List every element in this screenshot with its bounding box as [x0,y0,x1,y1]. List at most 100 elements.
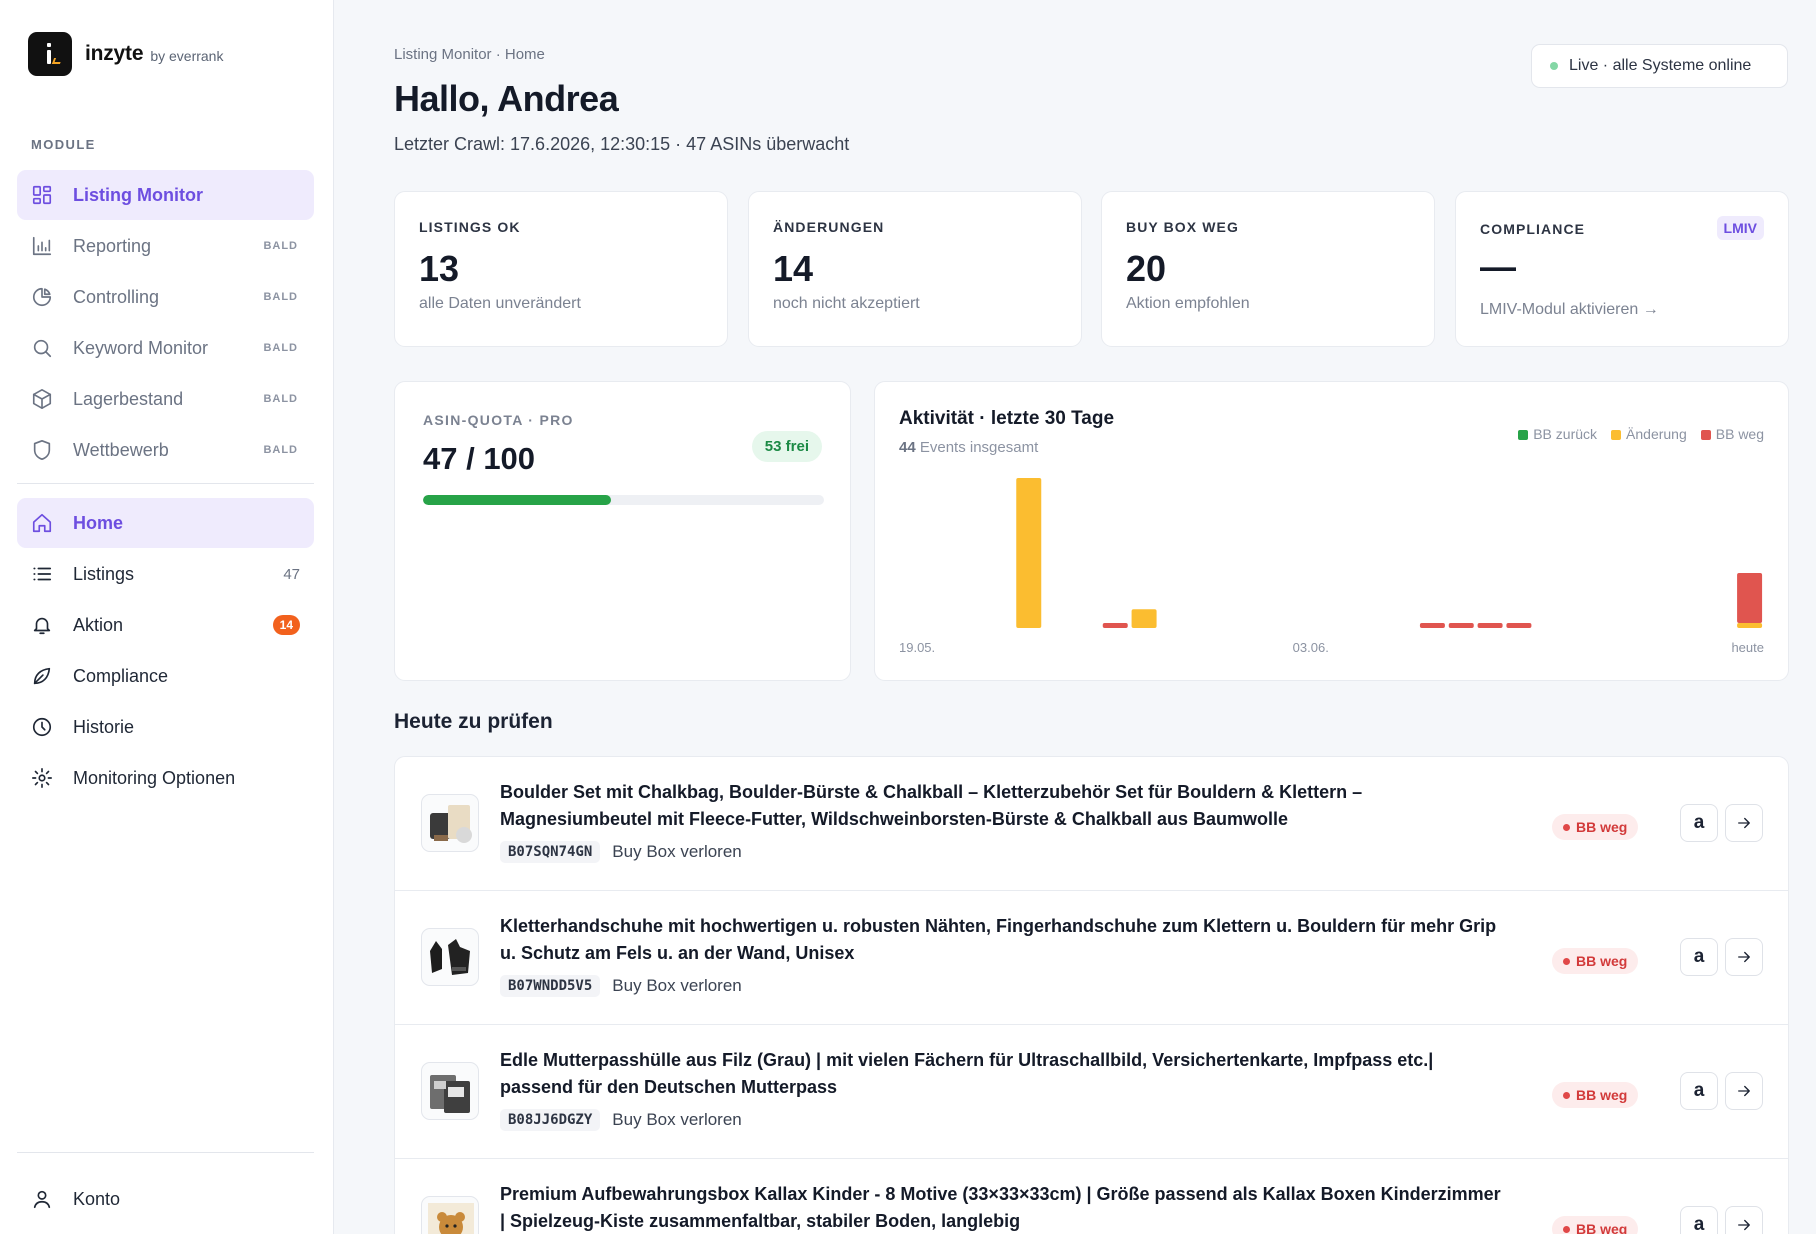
stat-card-aenderungen[interactable]: ÄNDERUNGEN 14 noch nicht akzeptiert [748,191,1082,347]
sidebar-item-lagerbestand[interactable]: Lagerbestand BALD [17,374,314,424]
coming-soon-tag: BALD [263,342,298,354]
user-icon [31,1188,53,1210]
activity-chart-card: 19.05. 03.06. heute Aktivität · letzte 30 … [874,381,1789,681]
amazon-link-button[interactable]: a [1680,938,1718,976]
status-badge-label: BB weg [1576,819,1628,835]
product-thumbnail [421,928,479,986]
asin-code: B07SQN74GN [500,841,601,863]
stat-sub: Aktion empfohlen [1126,295,1250,312]
aktion-badge: 14 [272,615,300,635]
legend-item-aenderung: Änderung [1611,426,1687,442]
sidebar-item-label: Listing Monitor [73,184,203,205]
row-reason: Buy Box verloren [612,976,742,995]
box-icon [31,388,53,410]
arrow-right-icon [1738,1085,1750,1097]
chart-bar [1131,609,1157,628]
legend-swatch [1611,430,1622,440]
stat-label: COMPLIANCE [1480,221,1586,237]
coming-soon-tag: BALD [263,444,298,456]
list-item[interactable]: Kletterhandschuhe mit hochwertigen u. ro… [395,891,1788,1025]
amazon-link-button[interactable]: a [1680,1072,1718,1110]
status-dot-icon [1563,958,1570,965]
chart-bar [1506,623,1532,628]
status-badge: BB weg [1552,1216,1639,1234]
sidebar-item-historie[interactable]: Historie [17,702,314,752]
chart-legend: BB zurück Änderung BB weg [1518,426,1764,442]
sidebar-item-home[interactable]: Home [17,498,314,548]
bar-chart-icon [31,235,53,257]
events-count-suffix: Events insgesamt [919,439,1039,456]
sidebar-item-label: Controlling [73,286,160,307]
sidebar-divider [17,1152,314,1153]
breadcrumb: Listing Monitor · Home [394,46,545,63]
status-dot-icon [1550,62,1558,70]
sidebar-item-keyword-monitor[interactable]: Keyword Monitor BALD [17,323,314,373]
sidebar-item-compliance[interactable]: Compliance [17,651,314,701]
sidebar-item-label: Lagerbestand [73,388,184,409]
brand[interactable]: inzyte by everrank [28,32,223,76]
sidebar-item-wettbewerb[interactable]: Wettbewerb BALD [17,425,314,475]
coming-soon-tag: BALD [263,240,298,252]
product-title[interactable]: Kletterhandschuhe mit hochwertigen u. ro… [500,913,1510,967]
asin-code: B08JJ6DGZY [500,1109,601,1131]
coming-soon-tag: BALD [263,393,298,405]
module-section-title: MODULE [31,137,96,152]
product-thumbnail [421,1062,479,1120]
sidebar-item-label: Wettbewerb [73,439,169,460]
product-title[interactable]: Edle Mutterpasshülle aus Filz (Grau) | m… [500,1047,1510,1101]
stat-card-buy-box-weg[interactable]: BUY BOX WEG 20 Aktion empfohlen [1101,191,1435,347]
open-detail-button[interactable] [1725,1072,1763,1110]
legend-swatch [1700,430,1711,440]
brand-name: inzyte [85,42,144,65]
legend-item-bb-zurueck: BB zurück [1518,426,1597,442]
sidebar-item-konto[interactable]: Konto [17,1174,314,1224]
product-title[interactable]: Boulder Set mit Chalkbag, Boulder-Bürste… [500,779,1510,833]
product-thumbnail [421,1196,479,1234]
legend-label: Änderung [1626,426,1687,442]
row-meta: B07SQN74GN Buy Box verloren [500,841,742,863]
quota-progress [423,495,824,505]
list-item[interactable]: Boulder Set mit Chalkbag, Boulder-Bürste… [395,757,1788,891]
status-dot-icon [1563,824,1570,831]
open-detail-button[interactable] [1725,938,1763,976]
amazon-link-button[interactable]: a [1680,804,1718,842]
stat-card-listings-ok[interactable]: LISTINGS OK 13 alle Daten unverändert [394,191,728,347]
chart-bar [1419,623,1445,628]
status-badge: BB weg [1552,1082,1639,1108]
listings-count: 47 [283,565,300,583]
list-item[interactable]: Edle Mutterpasshülle aus Filz (Grau) | m… [395,1025,1788,1159]
sidebar-divider [17,483,314,484]
sidebar-item-listing-monitor[interactable]: Listing Monitor [17,170,314,220]
x-tick-label: 19.05. [899,640,935,655]
status-badge: BB weg [1552,948,1639,974]
x-tick-label: 03.06. [1293,640,1329,655]
open-detail-button[interactable] [1725,804,1763,842]
amazon-link-button[interactable]: a [1680,1206,1718,1234]
stat-label: BUY BOX WEG [1126,219,1239,235]
sidebar-item-reporting[interactable]: Reporting BALD [17,221,314,271]
clock-icon [31,716,53,738]
pie-chart-icon [31,286,53,308]
status-dot-icon [1563,1226,1570,1233]
arrow-right-icon [1738,951,1750,963]
list-icon [31,563,53,585]
list-item[interactable]: Premium Aufbewahrungsbox Kallax Kinder -… [395,1159,1788,1234]
stat-card-compliance[interactable]: COMPLIANCE LMIV — LMIV-Modul aktivieren … [1455,191,1789,347]
sidebar-item-controlling[interactable]: Controlling BALD [17,272,314,322]
status-badge-label: BB weg [1576,953,1628,969]
chart-bar [1737,623,1763,628]
sidebar-item-label: Compliance [73,665,169,686]
open-detail-button[interactable] [1725,1206,1763,1234]
sidebar-item-listings[interactable]: Listings 47 [17,549,314,599]
stat-value: — [1480,246,1516,287]
sidebar: inzyte by everrank MODULE Listing Monito… [0,0,334,1234]
sidebar-item-label: Reporting [73,235,152,256]
sidebar-item-monitoring-optionen[interactable]: Monitoring Optionen [17,753,314,803]
live-status-button[interactable]: Live · alle Systeme online [1531,44,1788,88]
sidebar-item-aktion[interactable]: Aktion 14 [17,600,314,650]
section-title-heute: Heute zu prüfen [394,710,553,733]
lmiv-activate-link[interactable]: LMIV-Modul aktivieren → [1480,301,1659,319]
leaf-icon [31,665,53,687]
chart-bar [1016,478,1042,628]
product-title[interactable]: Premium Aufbewahrungsbox Kallax Kinder -… [500,1181,1510,1234]
